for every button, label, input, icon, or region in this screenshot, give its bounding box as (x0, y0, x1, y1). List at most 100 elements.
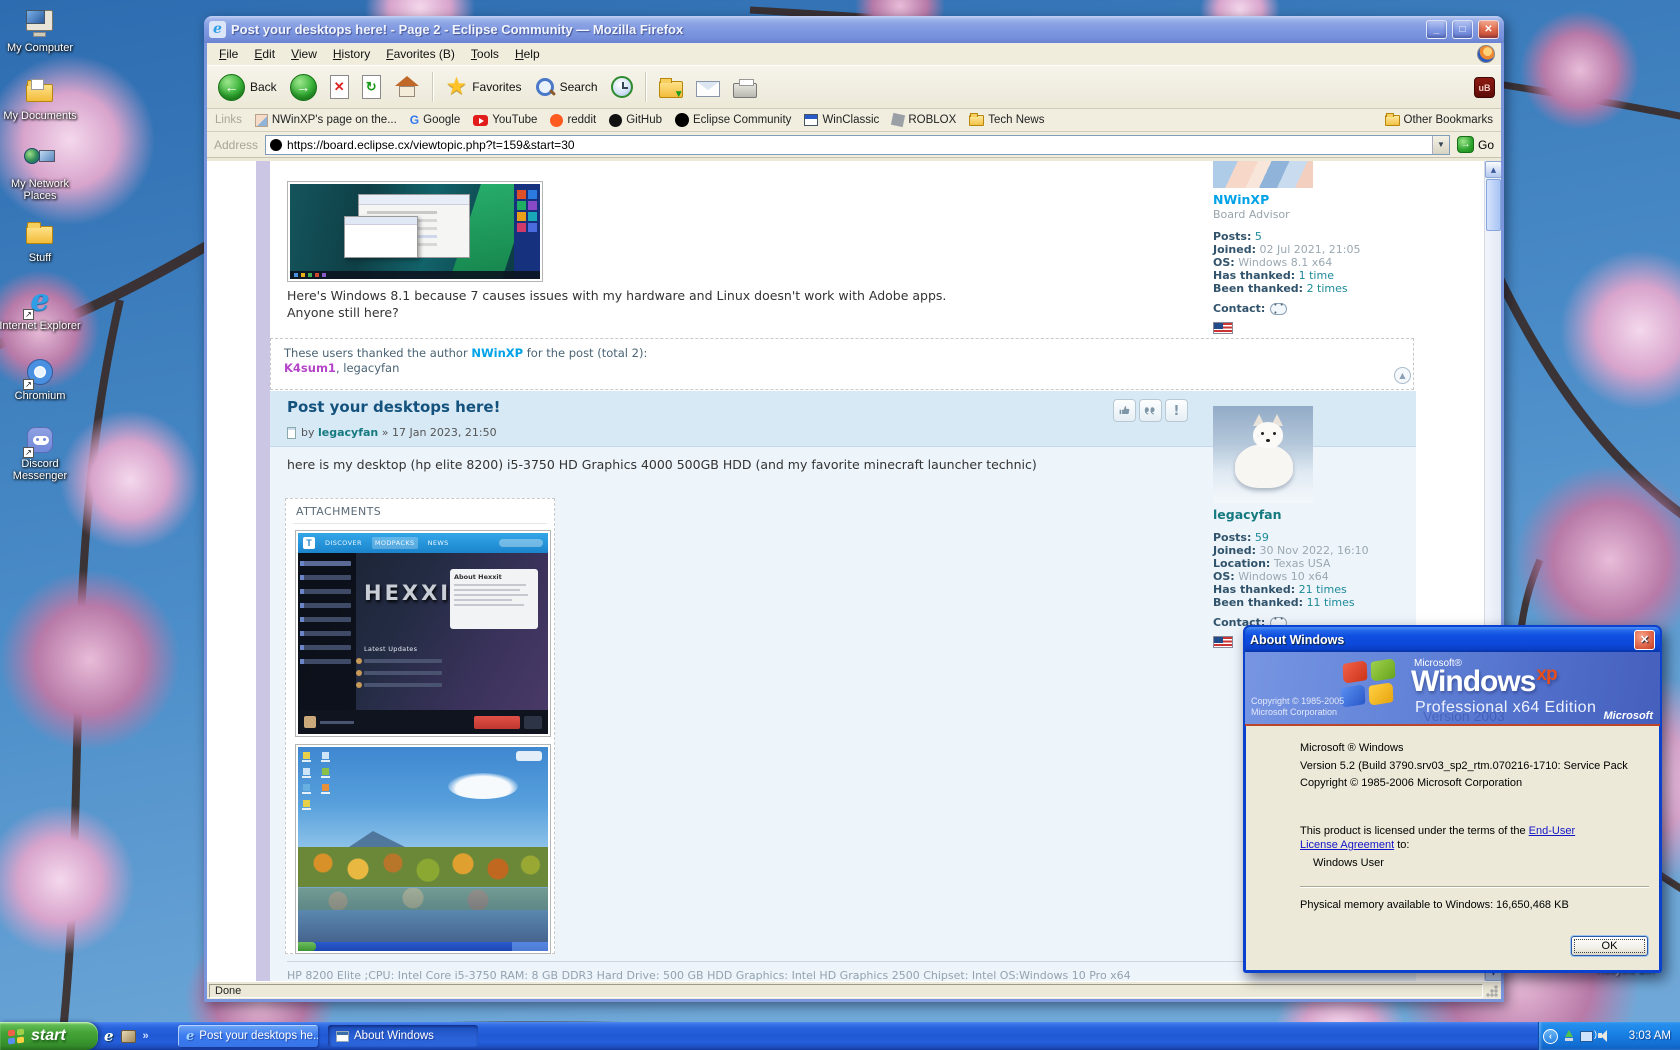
hexxit-screenshot: T DISCOVER MODPACKS NEWS (298, 533, 548, 734)
refresh-button[interactable]: ↻ (357, 73, 386, 101)
menu-help[interactable]: Help (507, 45, 548, 63)
quicklaunch-media-icon[interactable] (121, 1030, 136, 1043)
stop-button[interactable]: ✕ (325, 73, 354, 101)
tray-collapse-chevron[interactable]: ‹ (1543, 1029, 1558, 1044)
download-folder-icon: ▼ (659, 81, 683, 98)
link-tech-news[interactable]: Tech News (969, 114, 1044, 126)
dialog-divider (1300, 886, 1649, 888)
windows-flag-yellow (1369, 682, 1394, 706)
license-paragraph: This product is licensed under the terms… (1300, 824, 1608, 852)
back-button[interactable]: ← Back (213, 72, 282, 103)
attachment-thumbnail-win81[interactable] (287, 181, 543, 282)
memory-value: 16,650,468 KB (1496, 899, 1569, 911)
folder-icon (23, 218, 57, 250)
window-icon (336, 1031, 349, 1042)
my-computer-icon (23, 8, 57, 40)
volume-icon[interactable] (1598, 1030, 1610, 1042)
menu-edit[interactable]: Edit (246, 45, 283, 63)
avatar[interactable] (1213, 161, 1313, 188)
safely-remove-hardware-icon[interactable] (1563, 1030, 1575, 1042)
ok-button[interactable]: OK (1571, 936, 1648, 956)
back-to-top-button[interactable]: ▲ (1394, 367, 1411, 384)
link-roblox[interactable]: ROBLOX (892, 114, 956, 126)
quicklaunch-overflow-chevron[interactable]: » (143, 1030, 149, 1042)
menu-history[interactable]: History (325, 45, 378, 63)
link-google[interactable]: GGoogle (410, 113, 460, 127)
address-input[interactable]: https://board.eclipse.cx/viewtopic.php?t… (265, 135, 1450, 155)
post-title-link[interactable]: Post your desktops here! (287, 398, 500, 416)
user-link-nwinxp[interactable]: NWinXP (471, 346, 523, 360)
link-youtube[interactable]: YouTube (473, 114, 537, 126)
maximize-button[interactable]: □ (1452, 20, 1473, 39)
menu-view[interactable]: View (283, 45, 325, 63)
navigation-toolbar: ← Back → ✕ ↻ ★ Favorites (207, 66, 1501, 109)
other-bookmarks[interactable]: Other Bookmarks (1385, 114, 1493, 126)
menu-file[interactable]: File (211, 45, 246, 63)
close-button[interactable]: ✕ (1478, 20, 1499, 39)
post-text: here is my desktop (hp elite 8200) i5-37… (287, 457, 1037, 472)
home-button[interactable] (389, 73, 425, 101)
link-winclassic[interactable]: WinClassic (804, 114, 879, 126)
desktop-icon-label: My Documents (0, 110, 82, 122)
post-page-icon (287, 427, 296, 439)
menu-tools[interactable]: Tools (463, 45, 507, 63)
pm-contact-icon[interactable] (1270, 303, 1287, 315)
author-link[interactable]: legacyfan (318, 426, 378, 439)
ublock-icon[interactable]: uB (1474, 77, 1495, 98)
launcher-bottom-bar (298, 710, 548, 734)
search-icon (535, 77, 555, 97)
link-github[interactable]: GitHub (609, 114, 662, 127)
folder-icon (969, 115, 984, 126)
scrollbar-thumb[interactable] (1486, 179, 1501, 231)
desktop-icon-my-computer[interactable]: My Computer (0, 8, 82, 54)
go-button[interactable]: → Go (1457, 136, 1494, 153)
toolbar-separator (432, 72, 434, 102)
links-label: Links (215, 114, 242, 126)
avatar-favicon (255, 114, 268, 127)
address-dropdown[interactable]: ▼ (1432, 136, 1449, 154)
technic-logo-icon: T (303, 537, 315, 549)
link-nwinxp-page[interactable]: NWinXP's page on the... (255, 114, 397, 127)
desktop-icon-chromium[interactable]: ↗ Chromium (0, 356, 82, 402)
browser-titlebar[interactable]: e Post your desktops here! - Page 2 - Ec… (204, 16, 1504, 43)
quote-button[interactable] (1139, 399, 1162, 422)
network-status-icon[interactable] (1580, 1031, 1593, 1042)
desktop-icon-my-documents[interactable]: My Documents (0, 76, 82, 122)
dialog-close-button[interactable]: ✕ (1634, 630, 1655, 650)
attachment-thumbnail-desktop[interactable] (295, 744, 551, 954)
dialog-titlebar[interactable]: About Windows ✕ (1245, 627, 1660, 652)
attachment-thumbnail-hexxit[interactable]: T DISCOVER MODPACKS NEWS (295, 530, 551, 737)
avatar[interactable] (1213, 406, 1313, 503)
ie-favicon: e (209, 21, 226, 38)
menu-favorites[interactable]: Favorites (B) (378, 45, 463, 63)
desktop-icon-my-network-places[interactable]: My Network Places (0, 144, 82, 202)
forward-button[interactable]: → (285, 72, 322, 103)
scroll-up-button[interactable]: ▲ (1485, 161, 1501, 178)
start-button[interactable]: start (0, 1022, 98, 1050)
about-line-version: Version 5.2 (Build 3790.srv03_sp2_rtm.07… (1300, 760, 1655, 772)
us-flag-icon (1213, 322, 1233, 334)
quicklaunch-ie-icon[interactable]: e (104, 1027, 114, 1045)
desktop-icon-stuff[interactable]: Stuff (0, 218, 82, 264)
print-button[interactable] (728, 75, 762, 100)
user-link-k4sum1[interactable]: K4sum1 (284, 361, 336, 375)
search-button[interactable]: Search (530, 75, 603, 99)
mail-button[interactable] (691, 75, 725, 99)
like-button[interactable] (1113, 399, 1136, 422)
resize-grip[interactable] (1485, 984, 1499, 998)
username-link[interactable]: legacyfan (1213, 507, 1413, 522)
link-reddit[interactable]: reddit (550, 114, 596, 127)
taskbar-button-about-windows[interactable]: About Windows (328, 1025, 478, 1047)
minimize-button[interactable]: _ (1426, 20, 1447, 39)
desktop-icon-internet-explorer[interactable]: e↗ Internet Explorer (0, 286, 82, 332)
history-button[interactable] (606, 74, 638, 100)
desktop-icon-discord-messenger[interactable]: ↗ Discord Messenger (0, 424, 82, 482)
taskbar-button-forum[interactable]: e Post your desktops he... (178, 1025, 318, 1047)
link-eclipse-community[interactable]: Eclipse Community (675, 113, 791, 127)
report-button[interactable]: ! (1165, 399, 1188, 422)
username-link[interactable]: NWinXP (1213, 192, 1413, 207)
favorites-button[interactable]: ★ Favorites (441, 73, 527, 101)
edition-label: Professional x64 Edition (1415, 699, 1596, 717)
downloads-button[interactable]: ▼ (654, 75, 688, 100)
taskbar-clock[interactable]: 3:03 AM (1629, 1030, 1671, 1042)
